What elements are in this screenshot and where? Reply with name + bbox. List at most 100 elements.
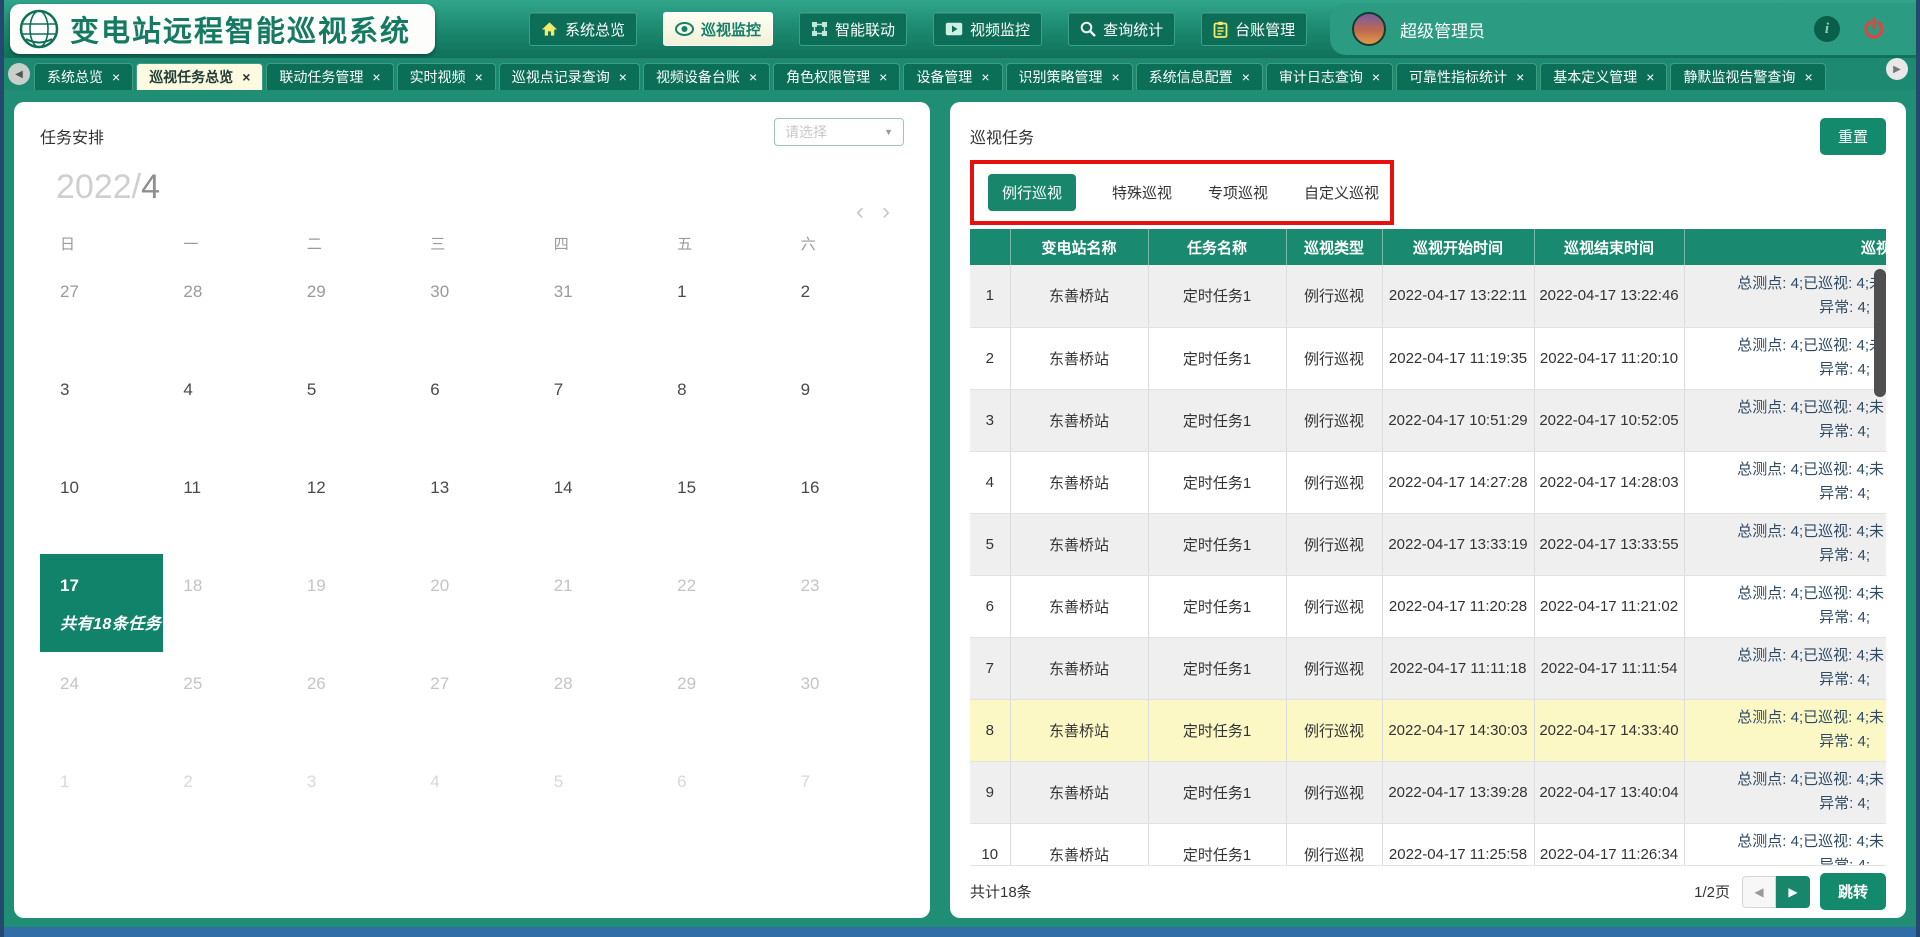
tab-close-icon[interactable]: × [619, 70, 627, 84]
calendar-day-cell[interactable]: 25 [163, 652, 286, 750]
calendar-day-cell[interactable]: 12 [287, 456, 410, 554]
calendar-day-cell[interactable]: 26 [287, 652, 410, 750]
tab-close-icon[interactable]: × [981, 70, 989, 84]
calendar-day-cell[interactable]: 7 [781, 750, 904, 848]
calendar-day-cell[interactable]: 27 [410, 652, 533, 750]
tab[interactable]: 系统信息配置 × [1136, 63, 1263, 90]
calendar-day-cell[interactable]: 3 [287, 750, 410, 848]
calendar-day-cell[interactable]: 14 [534, 456, 657, 554]
calendar-day-cell[interactable]: 7 [534, 358, 657, 456]
tab[interactable]: 巡视任务总览 × [136, 63, 263, 90]
calendar-day-cell[interactable]: 29 [657, 652, 780, 750]
tab[interactable]: 系统总览 × [34, 63, 133, 90]
calendar-day-cell[interactable]: 11 [163, 456, 286, 554]
table-row[interactable]: 7 东善桥站 定时任务1 例行巡视 2022-04-17 11:11:18 20… [970, 637, 1886, 699]
inspection-type-subtab[interactable]: 例行巡视 [988, 174, 1076, 211]
calendar-day-cell[interactable]: 13 [410, 456, 533, 554]
tab-close-icon[interactable]: × [372, 70, 380, 84]
nav-query-statistics[interactable]: 查询统计 [1068, 12, 1175, 46]
avatar[interactable] [1352, 12, 1386, 46]
tab[interactable]: 设备管理 × [903, 63, 1002, 90]
calendar-day-cell[interactable]: 9 [781, 358, 904, 456]
tab[interactable]: 巡视点记录查询 × [499, 63, 640, 90]
calendar-day-cell[interactable]: 30 [410, 260, 533, 358]
calendar-day-cell[interactable]: 30 [781, 652, 904, 750]
tab-close-icon[interactable]: × [879, 70, 887, 84]
info-icon[interactable]: i [1814, 16, 1840, 42]
calendar-day-cell[interactable]: 22 [657, 554, 780, 652]
calendar-day-cell[interactable]: 5 [287, 358, 410, 456]
nav-smart-linkage[interactable]: 智能联动 [799, 12, 907, 46]
table-row[interactable]: 8 东善桥站 定时任务1 例行巡视 2022-04-17 14:30:03 20… [970, 699, 1886, 761]
calendar-prev-icon[interactable]: ‹ [856, 198, 864, 226]
calendar-day-cell[interactable]: 28 [163, 260, 286, 358]
next-page-button[interactable]: ▶ [1776, 876, 1810, 908]
calendar-day-cell[interactable]: 24 [40, 652, 163, 750]
tab-close-icon[interactable]: × [1646, 70, 1654, 84]
tab[interactable]: 实时视频 × [397, 63, 496, 90]
table-row[interactable]: 2 东善桥站 定时任务1 例行巡视 2022-04-17 11:19:35 20… [970, 327, 1886, 389]
calendar-day-cell[interactable]: 3 [40, 358, 163, 456]
tabs-scroll-left-icon[interactable]: ◀ [8, 63, 30, 85]
task-type-select[interactable]: 请选择 ▼ [774, 118, 904, 146]
calendar-day-cell[interactable]: 2 [781, 260, 904, 358]
calendar-day-cell[interactable]: 19 [287, 554, 410, 652]
tab[interactable]: 基本定义管理 × [1540, 63, 1667, 90]
tab-close-icon[interactable]: × [1804, 70, 1812, 84]
calendar-day-cell[interactable]: 27 [40, 260, 163, 358]
jump-button[interactable]: 跳转 [1820, 873, 1886, 910]
tab-close-icon[interactable]: × [1372, 70, 1380, 84]
tab[interactable]: 可靠性指标统计 × [1396, 63, 1537, 90]
calendar-day-cell[interactable]: 1 [40, 750, 163, 848]
tab[interactable]: 视频设备台账 × [643, 63, 770, 90]
calendar-day-cell[interactable]: 4 [163, 358, 286, 456]
calendar-day-cell[interactable]: 4 [410, 750, 533, 848]
tab[interactable]: 静默监视告警查询 × [1670, 63, 1825, 90]
calendar-day-cell[interactable]: 16 [781, 456, 904, 554]
tab-close-icon[interactable]: × [749, 70, 757, 84]
table-row[interactable]: 9 东善桥站 定时任务1 例行巡视 2022-04-17 13:39:28 20… [970, 761, 1886, 823]
calendar-day-cell[interactable]: 21 [534, 554, 657, 652]
tab-close-icon[interactable]: × [475, 70, 483, 84]
tabs-scroll-right-icon[interactable]: ▶ [1886, 58, 1908, 80]
calendar-next-icon[interactable]: › [882, 198, 890, 226]
tab[interactable]: 联动任务管理 × [266, 63, 393, 90]
nav-system-overview[interactable]: 系统总览 [529, 12, 637, 46]
table-row[interactable]: 1 东善桥站 定时任务1 例行巡视 2022-04-17 13:22:11 20… [970, 265, 1886, 327]
calendar-day-cell[interactable]: 29 [287, 260, 410, 358]
table-scrollbar[interactable] [1874, 269, 1886, 397]
calendar-day-cell[interactable]: 17 共有18条任务 [40, 554, 163, 652]
calendar-day-cell[interactable]: 5 [534, 750, 657, 848]
prev-page-button[interactable]: ◀ [1742, 876, 1776, 908]
table-row[interactable]: 3 东善桥站 定时任务1 例行巡视 2022-04-17 10:51:29 20… [970, 389, 1886, 451]
calendar-day-cell[interactable]: 8 [657, 358, 780, 456]
inspection-type-subtab[interactable]: 特殊巡视 [1112, 182, 1172, 203]
inspection-type-subtab[interactable]: 专项巡视 [1208, 182, 1268, 203]
tab-close-icon[interactable]: × [1516, 70, 1524, 84]
table-row[interactable]: 4 东善桥站 定时任务1 例行巡视 2022-04-17 14:27:28 20… [970, 451, 1886, 513]
tab-close-icon[interactable]: × [1112, 70, 1120, 84]
calendar-day-cell[interactable]: 31 [534, 260, 657, 358]
calendar-day-cell[interactable]: 18 [163, 554, 286, 652]
table-row[interactable]: 5 东善桥站 定时任务1 例行巡视 2022-04-17 13:33:19 20… [970, 513, 1886, 575]
calendar-day-cell[interactable]: 28 [534, 652, 657, 750]
calendar-day-cell[interactable]: 10 [40, 456, 163, 554]
tab-close-icon[interactable]: × [242, 70, 250, 84]
tab[interactable]: 识别策略管理 × [1006, 63, 1133, 90]
calendar-day-cell[interactable]: 2 [163, 750, 286, 848]
tab[interactable]: 角色权限管理 × [773, 63, 900, 90]
calendar-day-cell[interactable]: 6 [657, 750, 780, 848]
tab-close-icon[interactable]: × [1242, 70, 1250, 84]
nav-ledger-management[interactable]: 台账管理 [1201, 12, 1307, 46]
calendar-day-cell[interactable]: 20 [410, 554, 533, 652]
table-row[interactable]: 10 东善桥站 定时任务1 例行巡视 2022-04-17 11:25:58 2… [970, 823, 1886, 865]
calendar-day-cell[interactable]: 15 [657, 456, 780, 554]
inspection-type-subtab[interactable]: 自定义巡视 [1304, 182, 1379, 203]
calendar-day-cell[interactable]: 1 [657, 260, 780, 358]
tab[interactable]: 审计日志查询 × [1266, 63, 1393, 90]
calendar-day-cell[interactable]: 23 [781, 554, 904, 652]
calendar-day-cell[interactable]: 6 [410, 358, 533, 456]
table-row[interactable]: 6 东善桥站 定时任务1 例行巡视 2022-04-17 11:20:28 20… [970, 575, 1886, 637]
power-logout-icon[interactable] [1862, 17, 1886, 41]
nav-inspection-monitor[interactable]: 巡视监控 [663, 12, 773, 46]
